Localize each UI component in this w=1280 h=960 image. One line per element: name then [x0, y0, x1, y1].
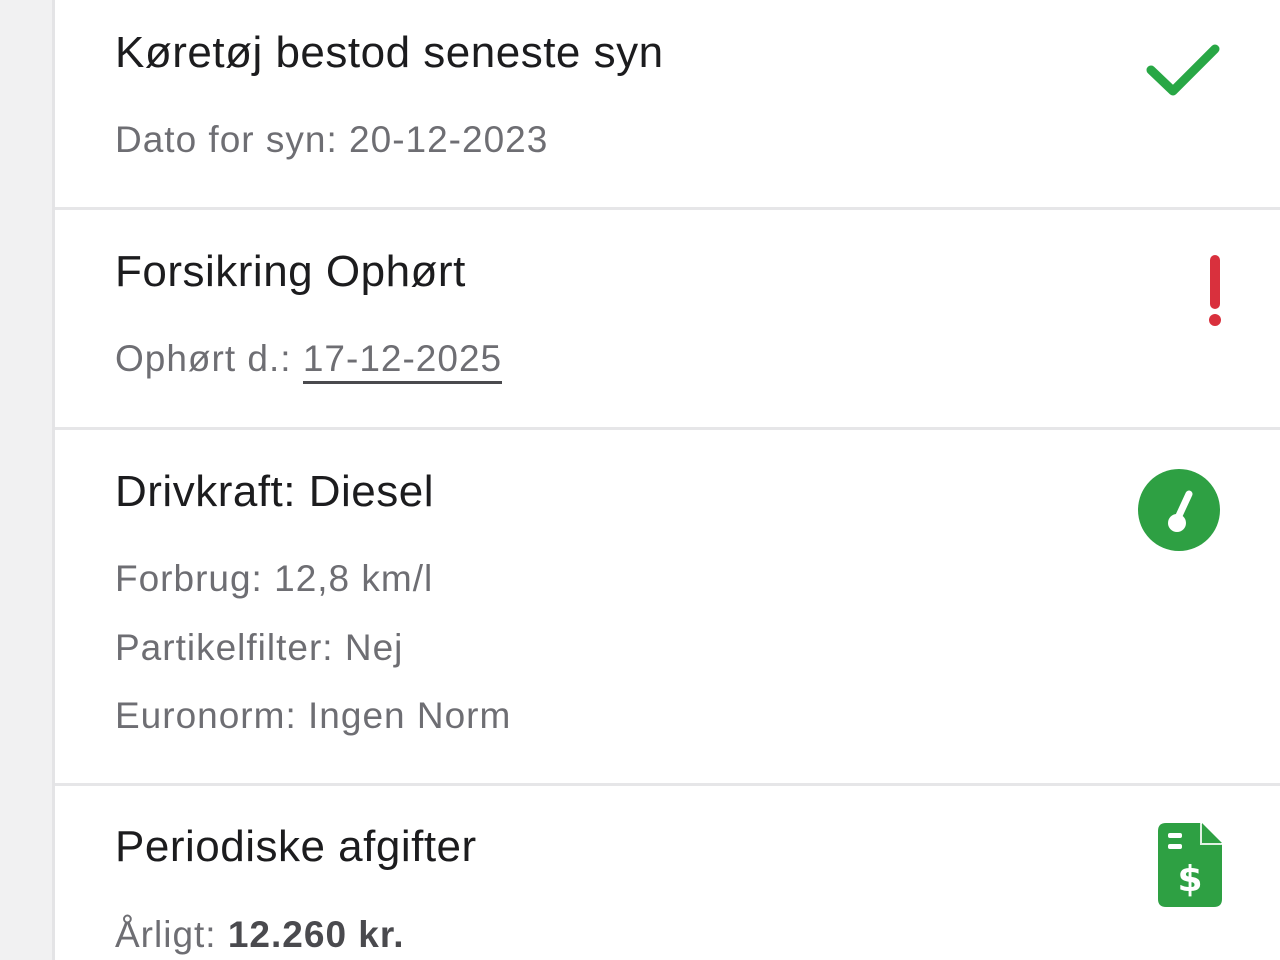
insurance-ended-date-link[interactable]: 17-12-2025: [302, 338, 503, 384]
fuel-consumption: Forbrug: 12,8 km/l: [115, 560, 433, 597]
particle-filter-label: Partikelfilter:: [115, 627, 334, 668]
fees-card: Periodiske afgifter Årligt: 12.260 kr. $: [55, 786, 1280, 960]
vehicle-details-panel: Køretøj bestod seneste syn Dato for syn:…: [52, 0, 1280, 960]
inspection-card: Køretøj bestod seneste syn Dato for syn:…: [55, 0, 1280, 210]
fuel-card: Drivkraft: Diesel Forbrug: 12,8 km/l Par…: [55, 430, 1280, 786]
fuel-title: Drivkraft: Diesel: [115, 467, 434, 516]
insurance-ended: Ophørt d.: 17-12-2025: [115, 338, 503, 384]
checkmark-icon: [1146, 44, 1220, 96]
inspection-date-value: 20-12-2023: [349, 119, 549, 160]
insurance-ended-label: Ophørt d.:: [115, 338, 292, 379]
svg-text:$: $: [1177, 859, 1202, 900]
invoice-dollar-icon: $: [1158, 823, 1222, 907]
fuel-particle-filter: Partikelfilter: Nej: [115, 629, 403, 666]
particle-filter-value: Nej: [344, 627, 404, 668]
fuel-euronorm: Euronorm: Ingen Norm: [115, 697, 511, 734]
insurance-card: Forsikring Ophørt Ophørt d.: 17-12-2025: [55, 210, 1280, 430]
euronorm-label: Euronorm:: [115, 695, 297, 736]
euronorm-value: Ingen Norm: [308, 695, 512, 736]
fees-yearly-value: 12.260 kr.: [227, 914, 405, 955]
inspection-date: Dato for syn: 20-12-2023: [115, 121, 548, 158]
insurance-title: Forsikring Ophørt: [115, 247, 466, 296]
exclamation-icon: [1209, 255, 1221, 326]
fuel-consumption-value: 12,8 km/l: [274, 558, 434, 599]
fees-yearly: Årligt: 12.260 kr.: [115, 916, 405, 953]
gauge-icon: [1138, 469, 1220, 551]
fees-yearly-label: Årligt:: [115, 914, 217, 955]
fees-title: Periodiske afgifter: [115, 822, 477, 871]
inspection-title: Køretøj bestod seneste syn: [115, 28, 664, 77]
inspection-date-label: Dato for syn:: [115, 119, 338, 160]
fuel-consumption-label: Forbrug:: [115, 558, 263, 599]
